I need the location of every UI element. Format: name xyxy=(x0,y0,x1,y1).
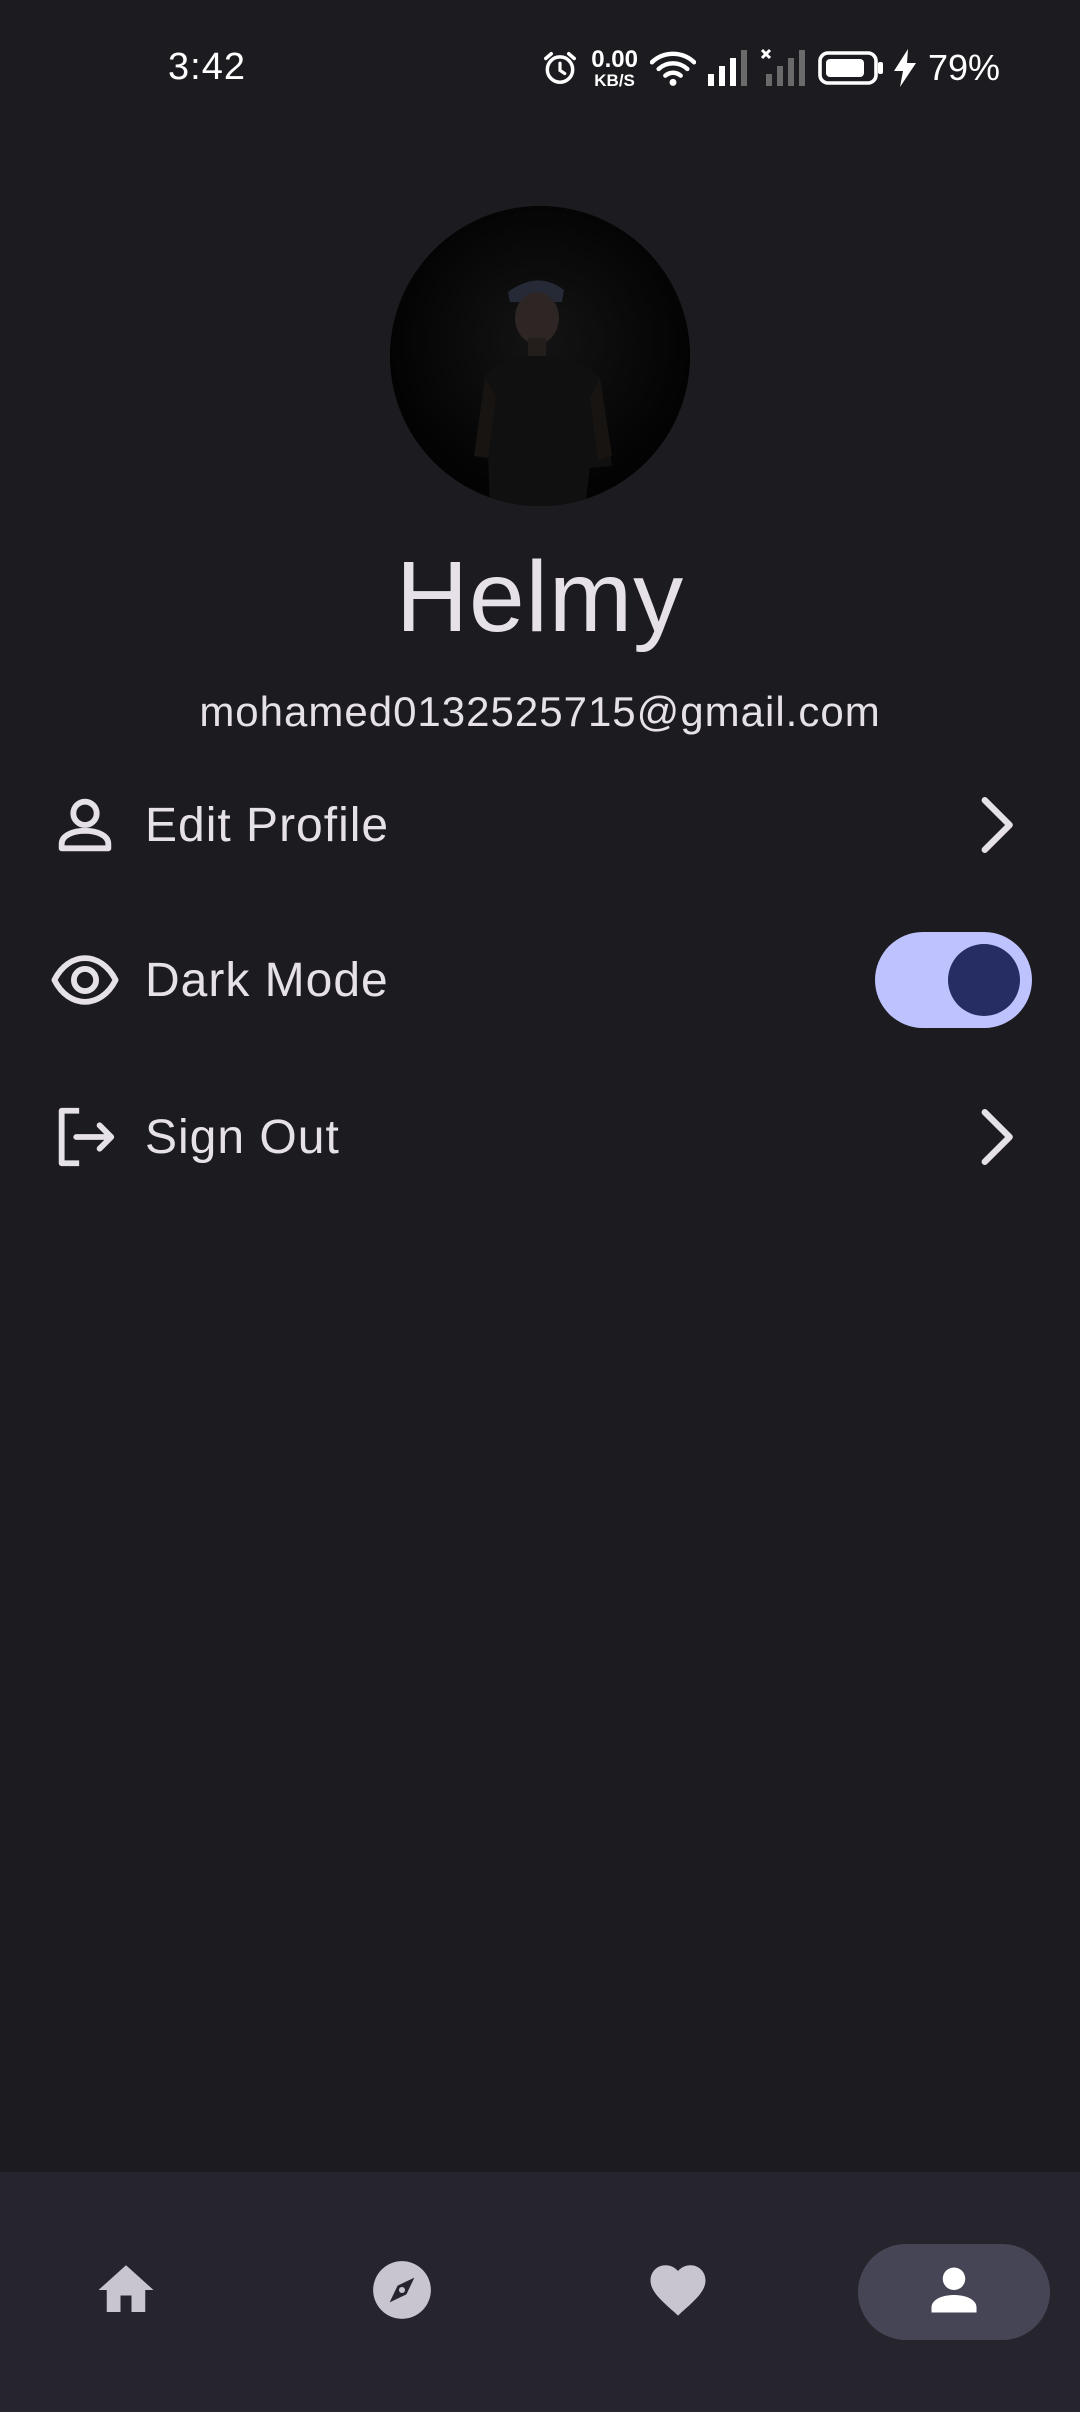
sign-out-item[interactable]: Sign Out xyxy=(0,1062,1080,1212)
nav-home[interactable] xyxy=(30,2244,222,2340)
nav-profile[interactable] xyxy=(858,2244,1050,2340)
chevron-right-icon xyxy=(960,1102,1030,1172)
toggle-knob xyxy=(948,944,1020,1016)
alarm-icon xyxy=(541,49,579,87)
battery-percent: 79% xyxy=(927,47,1000,88)
eye-icon xyxy=(50,945,120,1015)
avatar[interactable] xyxy=(390,206,690,506)
logout-icon xyxy=(50,1102,120,1172)
signal-icon xyxy=(706,48,750,88)
nav-explore[interactable] xyxy=(306,2244,498,2340)
net-speed-value: 0.00 xyxy=(591,45,638,73)
status-bar: 3:42 0.00 KB/S 79% xyxy=(0,0,1080,140)
sign-out-label: Sign Out xyxy=(145,1111,340,1164)
profile-email: mohamed0132525715@gmail.com xyxy=(199,688,881,735)
edit-profile-item[interactable]: Edit Profile xyxy=(0,750,1080,900)
person-icon xyxy=(50,790,120,860)
bottom-navigation xyxy=(0,2172,1080,2412)
edit-profile-label: Edit Profile xyxy=(145,799,390,852)
avatar-photo xyxy=(390,206,690,506)
person-icon xyxy=(924,2260,984,2325)
dark-mode-toggle[interactable] xyxy=(875,932,1032,1028)
home-icon xyxy=(93,2257,159,2328)
chevron-right-icon xyxy=(960,790,1030,860)
charging-icon xyxy=(893,49,916,87)
signal-no-service-icon xyxy=(760,48,808,88)
status-icons: 0.00 KB/S 79% xyxy=(541,40,1000,96)
compass-icon xyxy=(369,2257,435,2328)
net-speed-unit: KB/S xyxy=(594,70,635,90)
net-speed: 0.00 KB/S xyxy=(591,45,638,90)
status-time: 3:42 xyxy=(168,46,246,88)
nav-favorites[interactable] xyxy=(582,2244,774,2340)
profile-name: Helmy xyxy=(395,541,685,653)
battery-icon xyxy=(818,51,884,85)
heart-icon xyxy=(645,2257,711,2328)
dark-mode-label: Dark Mode xyxy=(145,954,389,1007)
wifi-icon xyxy=(649,48,696,88)
